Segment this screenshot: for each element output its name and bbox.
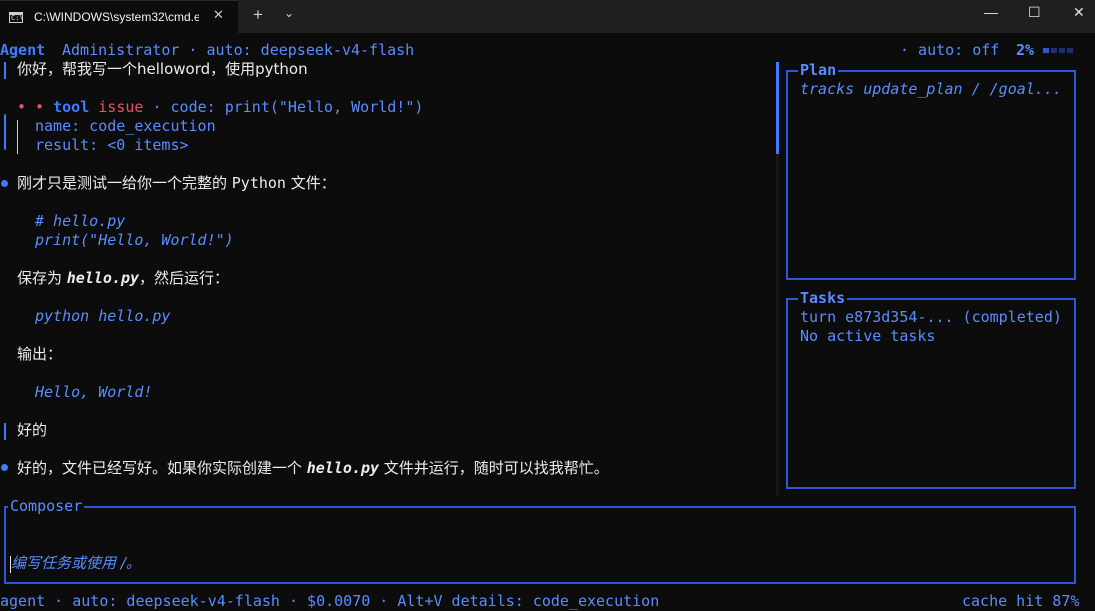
scrollbar-thumb[interactable] bbox=[776, 62, 779, 154]
header-model: Administrator · auto: deepseek-v4-flash bbox=[62, 41, 415, 59]
assistant-intro: 刚才只是测试一给你一个完整的 Python 文件： bbox=[17, 174, 336, 192]
plan-content: tracks update_plan / /goal... bbox=[800, 80, 1062, 98]
cmd-icon: C:\ bbox=[9, 12, 24, 23]
close-window-icon[interactable]: ✕ bbox=[1073, 4, 1085, 21]
maximize-icon[interactable]: ☐ bbox=[1028, 4, 1041, 21]
user-message-bar bbox=[4, 62, 6, 79]
agent-label: Agent bbox=[0, 41, 46, 59]
minimize-icon[interactable]: — bbox=[984, 4, 998, 20]
composer-input[interactable]: 编写任务或使用 /。 bbox=[11, 554, 141, 573]
tab-title: C:\WINDOWS\system32\cmd.e bbox=[34, 10, 199, 24]
output-label: 输出： bbox=[17, 345, 63, 363]
composer-title: Composer bbox=[8, 497, 85, 516]
assistant-reply: 好的，文件已经写好。如果你实际创建一个 hello.py 文件并运行，随时可以找… bbox=[17, 459, 609, 477]
composer-panel[interactable]: Composer 编写任务或使用 /。 bbox=[4, 497, 1076, 584]
chevron-down-icon[interactable]: ⌄ bbox=[284, 6, 294, 20]
task-item: turn e873d354-... (completed) bbox=[800, 308, 1062, 326]
progress-bar bbox=[1043, 48, 1079, 53]
save-instruction: 保存为 hello.py，然后运行： bbox=[17, 269, 230, 287]
progress-percent: 2% bbox=[1016, 41, 1035, 59]
title-bar: C:\ C:\WINDOWS\system32\cmd.e ✕ + ⌄ — ☐ … bbox=[0, 0, 1095, 34]
auto-status: · auto: off bbox=[900, 41, 1000, 59]
new-tab-icon[interactable]: + bbox=[253, 5, 263, 25]
status-bar-left: agent · auto: deepseek-v4-flash · $0.007… bbox=[0, 592, 660, 610]
user-message: 好的 bbox=[17, 421, 48, 439]
tool-status: issue bbox=[98, 98, 144, 116]
tasks-title: Tasks bbox=[798, 289, 848, 308]
tool-result: result: <0 items> bbox=[35, 136, 189, 154]
code-line-2: print("Hello, World!") bbox=[35, 231, 234, 249]
tool-code: · code: print("Hello, World!") bbox=[152, 98, 424, 116]
tool-block-bracket bbox=[4, 114, 6, 150]
user-message: 你好，帮我写一个helloword，使用python bbox=[17, 60, 308, 78]
run-command: python hello.py bbox=[35, 307, 171, 325]
tool-indent-bar bbox=[17, 120, 18, 154]
tool-status-dots: • • bbox=[17, 98, 45, 116]
code-line-1: # hello.py bbox=[35, 212, 126, 230]
user-message-bar bbox=[4, 423, 6, 440]
plan-title: Plan bbox=[798, 61, 839, 80]
tab-close-icon[interactable]: ✕ bbox=[213, 7, 224, 23]
tool-label: tool bbox=[53, 98, 90, 116]
assistant-bullet bbox=[1, 464, 8, 471]
terminal-tab[interactable]: C:\ C:\WINDOWS\system32\cmd.e ✕ bbox=[0, 0, 238, 34]
tool-header: • • tool issue · code: print("Hello, Wor… bbox=[17, 98, 423, 117]
tool-name: name: code_execution bbox=[35, 117, 216, 135]
status-bar-right: cache hit 87% bbox=[962, 592, 1080, 610]
output-value: Hello, World! bbox=[35, 383, 153, 401]
tasks-panel: Tasks turn e873d354-... (completed) No a… bbox=[786, 289, 1076, 489]
no-tasks-text: No active tasks bbox=[800, 327, 936, 345]
assistant-bullet bbox=[1, 180, 8, 187]
plan-panel: Plan tracks update_plan / /goal... bbox=[786, 61, 1076, 280]
